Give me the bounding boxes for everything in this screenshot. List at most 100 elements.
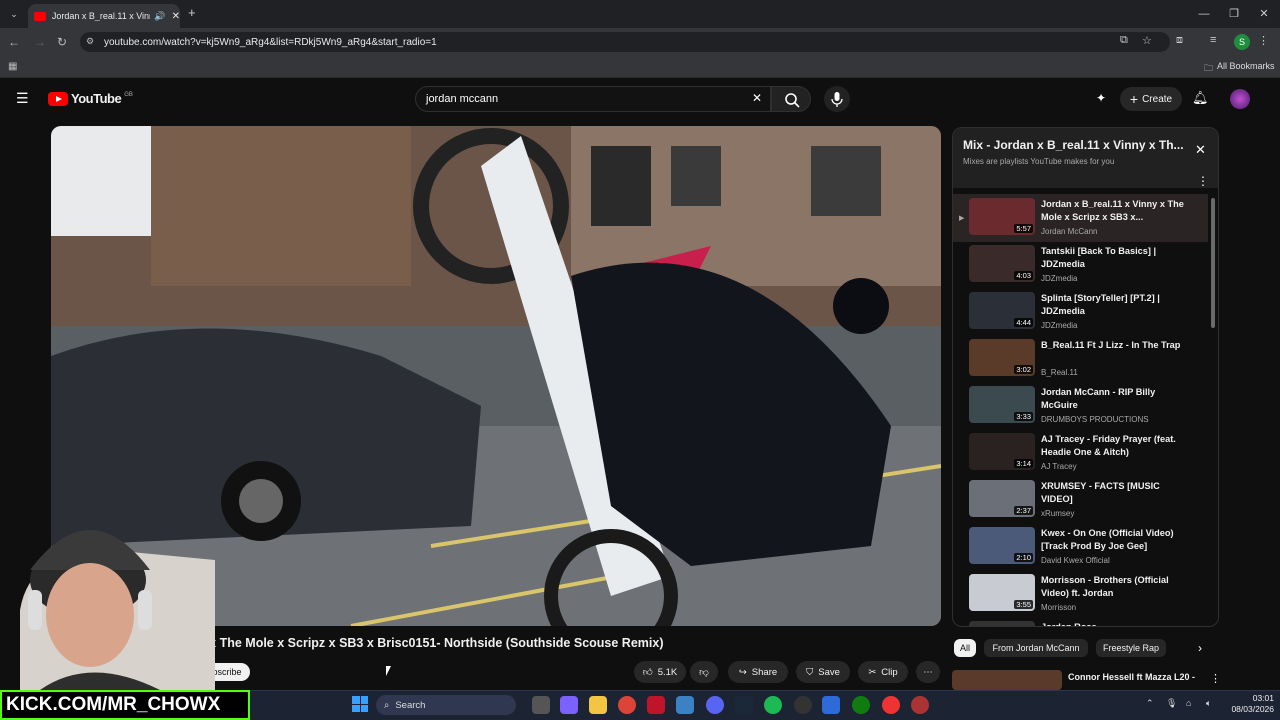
playlist-item[interactable]: 3:02 B_Real.11 Ft J Lizz - In The Trap B_R… xyxy=(961,339,1206,385)
task-view-icon[interactable] xyxy=(532,696,550,714)
app-icon-pin[interactable] xyxy=(911,696,929,714)
playlist-item[interactable]: 2:10 Kwex - On One (Official Video) [Trac… xyxy=(961,527,1206,573)
maximize-icon[interactable]: ❐ xyxy=(1226,6,1242,22)
hamburger-menu-icon[interactable]: ☰ xyxy=(16,91,32,105)
next-video-more-icon[interactable]: ⋮ xyxy=(1210,672,1221,685)
close-tab-icon[interactable]: ✕ xyxy=(172,11,180,22)
xbox-icon[interactable] xyxy=(852,696,870,714)
browser-tab[interactable]: Jordan x B_real.11 x Vinny x 🔊 ✕ xyxy=(28,4,180,28)
url-text: youtube.com/watch?v=kj5Wn9_aRg4&list=RDk… xyxy=(104,36,437,48)
chrome-icon[interactable] xyxy=(618,696,636,714)
steam-icon[interactable] xyxy=(735,696,753,714)
playlist-panel: Mix - Jordan x B_real.11 x Vinny x Th...… xyxy=(952,127,1219,627)
spotify-icon[interactable] xyxy=(764,696,782,714)
create-label: Create xyxy=(1142,93,1173,105)
tab-search-icon[interactable]: ⌄ xyxy=(6,6,22,22)
playlist-item[interactable]: Jordan Ross xyxy=(961,621,1206,626)
next-video-title[interactable]: Connor Hessell ft Mazza L20 - xyxy=(1068,672,1198,682)
next-video-thumbnail[interactable] xyxy=(952,670,1062,690)
tray-chevron-icon[interactable]: ⌃ xyxy=(1146,698,1154,709)
media-control-icon[interactable]: ≡ xyxy=(1210,34,1226,50)
chip-freestyle-rap[interactable]: Freestyle Rap xyxy=(1096,639,1166,657)
playlist-item-title: XRUMSEY - FACTS [MUSIC VIDEO] xyxy=(1041,481,1160,504)
playlist-item-thumbnail: 4:03 xyxy=(969,245,1035,282)
bookmark-star-icon[interactable]: ☆ xyxy=(1142,34,1158,50)
all-bookmarks[interactable]: 🗀 All Bookmarks xyxy=(1204,61,1275,77)
create-button[interactable]: + Create xyxy=(1120,87,1182,111)
dislike-button[interactable]: 👎︎ xyxy=(690,661,718,683)
share-button[interactable]: ↪ Share xyxy=(728,661,788,683)
studio-icon[interactable]: ✦ xyxy=(1096,91,1112,107)
tray-mic-icon[interactable]: 🎙︎ xyxy=(1166,698,1177,709)
app-icon-circle[interactable] xyxy=(882,696,900,714)
close-window-icon[interactable]: ✕ xyxy=(1256,6,1272,22)
playlist-item[interactable]: 5:57 Jordan x B_real.11 x Vinny x The Mol… xyxy=(961,198,1206,244)
search-input[interactable]: jordan mccann xyxy=(415,86,771,112)
playlist-item-thumbnail: 3:14 xyxy=(969,433,1035,470)
back-icon[interactable]: ← xyxy=(6,34,22,50)
playlist-item[interactable]: 4:44 Splinta [StoryTeller] [PT.2] | JDZme… xyxy=(961,292,1206,338)
close-playlist-icon[interactable]: ✕ xyxy=(1195,142,1206,158)
copilot-icon[interactable] xyxy=(560,696,578,714)
playlist-item[interactable]: 3:33 Jordan McCann - RIP Billy McGuire DRU… xyxy=(961,386,1206,432)
clock[interactable]: 03:01 08/03/2026 xyxy=(1226,693,1274,715)
scissors-icon: ✂ xyxy=(868,666,877,678)
playlist-item[interactable]: 4:03 Tantskii [Back To Basics] | JDZmedia… xyxy=(961,245,1206,291)
playlist-item-duration: 3:33 xyxy=(1014,412,1033,421)
chip-from-jordan-mccann[interactable]: From Jordan McCann xyxy=(984,639,1088,657)
voice-search-button[interactable] xyxy=(824,86,850,112)
bookmark-icon: ⛉ xyxy=(806,666,814,678)
network-icon[interactable]: ⌂ xyxy=(1186,698,1191,708)
playlist-item-duration: 4:03 xyxy=(1014,271,1033,280)
clear-search-icon[interactable]: ✕ xyxy=(752,91,766,105)
save-button[interactable]: ⛉ Save xyxy=(796,661,850,683)
forward-icon[interactable]: → xyxy=(32,34,48,50)
chip-all[interactable]: All xyxy=(954,639,976,657)
taskbar-search[interactable]: ⌕ Search xyxy=(376,695,516,715)
app-icon-game[interactable] xyxy=(676,696,694,714)
url-field[interactable]: youtube.com/watch?v=kj5Wn9_aRg4&list=RDk… xyxy=(80,32,1170,52)
search-button[interactable] xyxy=(771,86,811,112)
obs-icon[interactable] xyxy=(794,696,812,714)
chips-next-icon[interactable]: › xyxy=(1198,641,1202,655)
more-actions-button[interactable]: ⋯ xyxy=(916,661,940,683)
playlist-item[interactable]: 2:37 XRUMSEY - FACTS [MUSIC VIDEO] xRumsey xyxy=(961,480,1206,526)
kick-banner: KICK.COM/MR_CHOWX xyxy=(0,690,250,720)
taskbar-search-icon: ⌕ xyxy=(384,699,390,711)
audio-icon[interactable]: 🔊 xyxy=(154,11,165,22)
site-info-icon[interactable]: ⚙ xyxy=(86,36,98,48)
discord-icon[interactable] xyxy=(706,696,724,714)
new-tab-icon[interactable]: + xyxy=(188,6,202,20)
browser-menu-icon[interactable]: ⋮ xyxy=(1258,34,1272,50)
app-icon-red[interactable] xyxy=(647,696,665,714)
clip-button[interactable]: ✂ Clip xyxy=(858,661,908,683)
clock-time: 03:01 xyxy=(1252,693,1274,703)
playlist-item-title: Kwex - On One (Official Video) [Track Pr… xyxy=(1041,528,1174,551)
reload-icon[interactable]: ↻ xyxy=(54,34,70,50)
extensions-icon[interactable]: ⧈ xyxy=(1176,34,1192,50)
playlist-item-duration: 4:44 xyxy=(1014,318,1033,327)
playlist-item-title: Jordan McCann - RIP Billy McGuire xyxy=(1041,387,1156,410)
app-icon-blue[interactable] xyxy=(822,696,840,714)
windows-start-icon[interactable] xyxy=(352,696,368,712)
like-button[interactable]: 👍︎ 5.1K xyxy=(634,661,686,683)
file-explorer-icon[interactable] xyxy=(589,696,607,714)
install-app-icon[interactable]: ⧉ xyxy=(1120,34,1136,50)
playlist-more-icon[interactable]: ⋮ xyxy=(1197,174,1209,188)
plus-icon: + xyxy=(1129,91,1139,107)
clip-label: Clip xyxy=(881,666,898,678)
share-icon: ↪ xyxy=(738,666,747,678)
account-avatar[interactable] xyxy=(1230,89,1250,109)
playlist-item-duration: 3:02 xyxy=(1014,365,1033,374)
playlist-item[interactable]: 3:14 AJ Tracey - Friday Prayer (feat. Hea… xyxy=(961,433,1206,479)
minimize-icon[interactable]: — xyxy=(1196,6,1212,22)
playlist-scrollbar[interactable] xyxy=(1211,198,1215,328)
playlist-item[interactable]: 3:55 Morrisson - Brothers (Official Video… xyxy=(961,574,1206,620)
profile-avatar[interactable]: S xyxy=(1234,34,1250,50)
playlist-item-channel: JDZmedia xyxy=(1041,274,1078,283)
apps-grid-icon[interactable]: ▦ xyxy=(8,61,20,73)
volume-icon[interactable]: 🔈︎ xyxy=(1206,698,1211,709)
clock-date: 08/03/2026 xyxy=(1231,704,1274,714)
youtube-logo[interactable]: YouTube GB xyxy=(48,91,133,106)
notifications-bell-icon[interactable]: 🔔︎ xyxy=(1192,90,1210,108)
